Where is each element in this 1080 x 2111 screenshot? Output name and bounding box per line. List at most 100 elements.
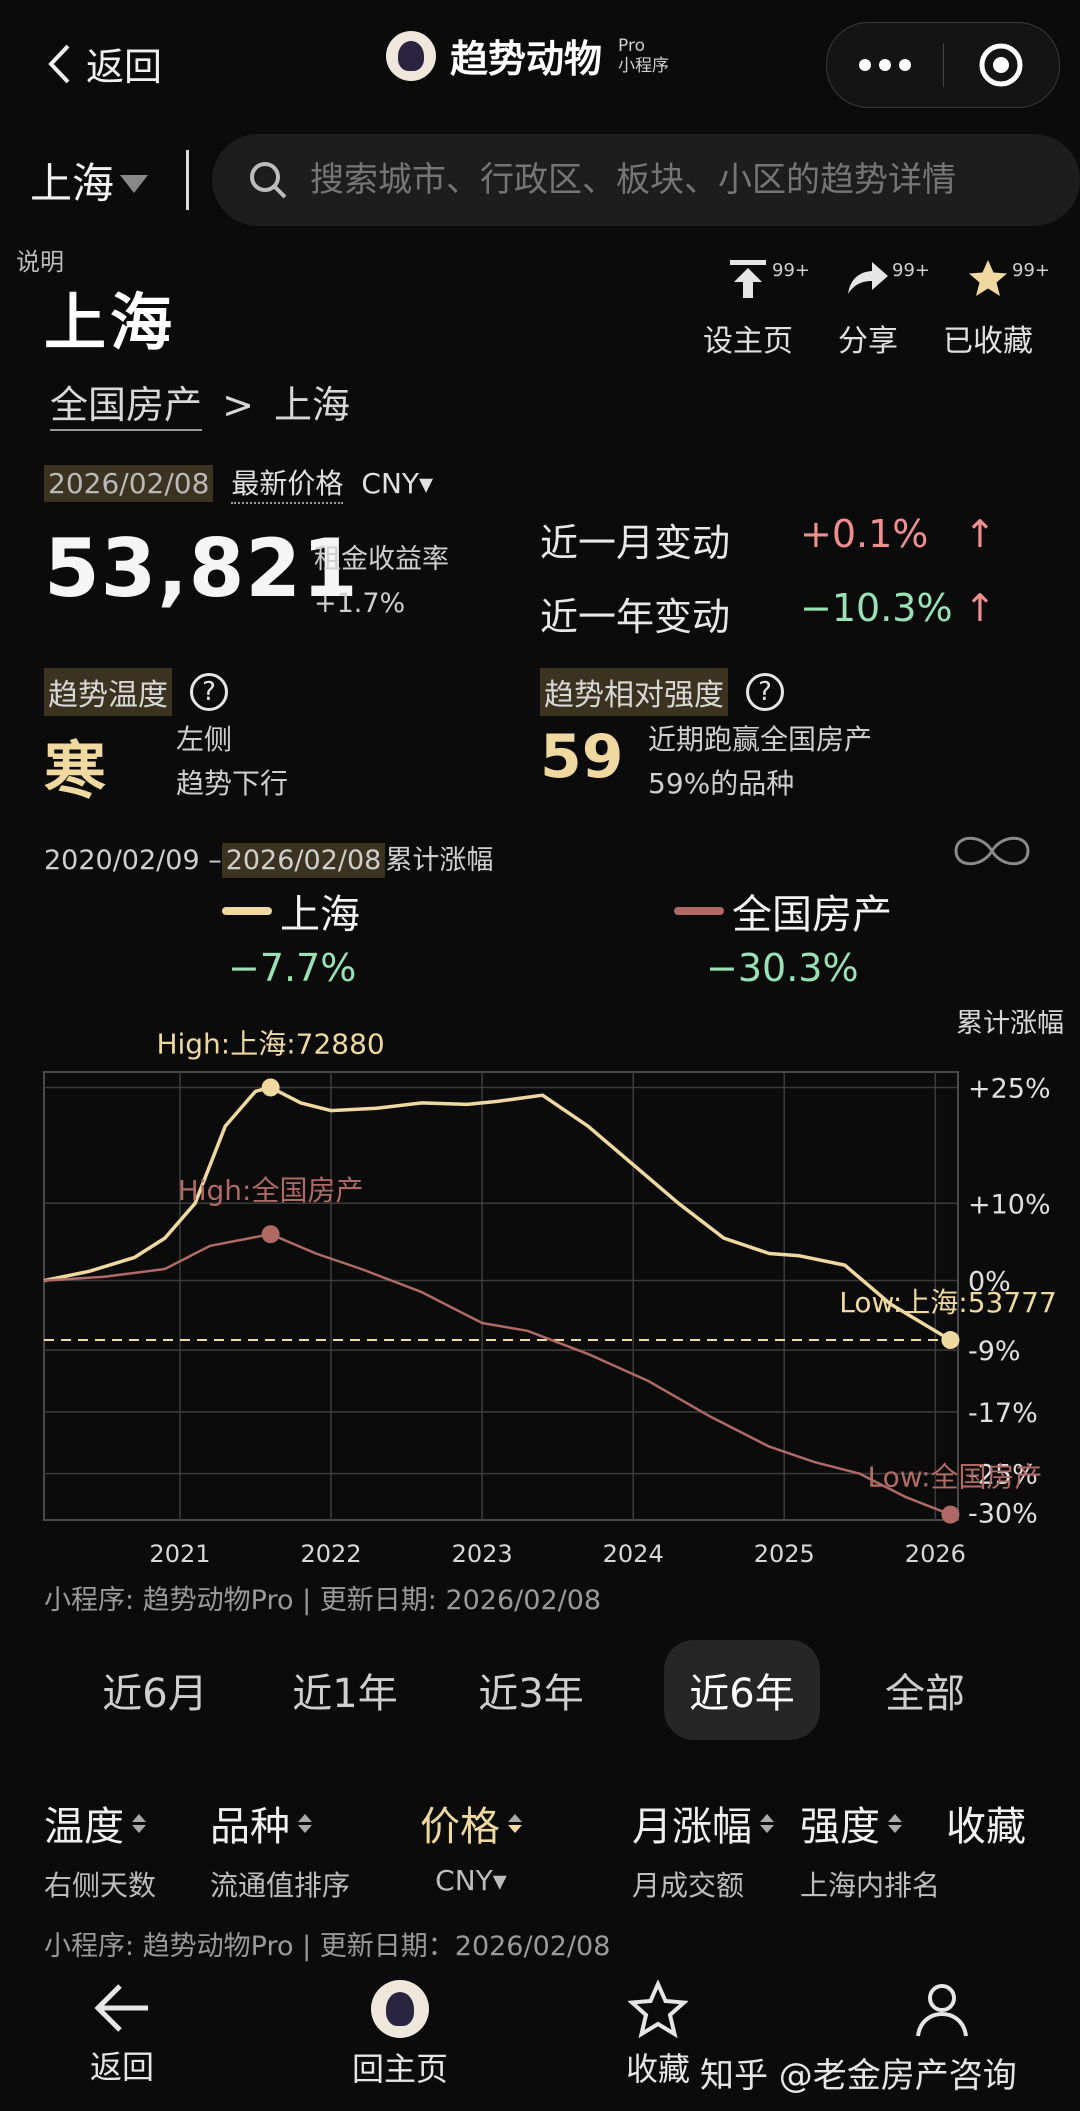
favorite-badge: 99+ — [1012, 260, 1050, 281]
search-input[interactable] — [308, 159, 1072, 201]
plot-frame — [43, 1071, 959, 1521]
sort-col-favorite-title: 收藏 — [946, 1804, 1026, 1850]
y-tick-label: +10% — [968, 1189, 1051, 1220]
more-dots-icon — [858, 59, 911, 71]
sort-col-price-sub[interactable]: CNY▾ — [435, 1864, 507, 1897]
back-label: 返回 — [86, 45, 163, 89]
sort-icon — [508, 1813, 522, 1833]
currency-selector[interactable]: CNY▾ — [361, 467, 433, 500]
breadcrumb-current: 上海 — [274, 383, 351, 427]
trend-temperature-header: 趋势温度 ? — [44, 668, 228, 716]
help-icon[interactable]: ? — [746, 673, 784, 711]
y-tick-label: -30% — [968, 1498, 1038, 1529]
search-bar[interactable] — [212, 134, 1080, 226]
sort-col-price-title: 价格 — [420, 1804, 500, 1850]
top-bar: 返回 趋势动物 Pro 小程序 — [0, 0, 1080, 130]
legend-shanghai-pct: −7.7% — [228, 946, 357, 990]
breadcrumb-separator: > — [222, 383, 254, 427]
y-tick-label: -9% — [968, 1336, 1021, 1367]
tab-6-months[interactable]: 近6月 — [70, 1640, 240, 1740]
sort-col-strength-title: 强度 — [800, 1804, 880, 1850]
relative-strength-desc2: 59%的品种 — [648, 767, 795, 800]
legend-shanghai[interactable]: 上海 — [222, 882, 360, 940]
city-selector[interactable]: 上海 — [30, 150, 149, 211]
sort-col-variety-title: 品种 — [210, 1804, 290, 1850]
latest-price-label[interactable]: 最新价格 — [231, 462, 344, 504]
tab-6-years[interactable]: 近6年 — [664, 1640, 820, 1740]
annotation-marker-low-national — [941, 1505, 960, 1524]
sort-col-variety[interactable]: 品种 流通值排序 — [210, 1794, 350, 1904]
relative-strength-desc: 近期跑赢全国房产 59%的品种 — [648, 718, 872, 806]
star-icon — [969, 260, 1007, 296]
sort-col-month-change[interactable]: 月涨幅 月成交额 — [632, 1794, 774, 1904]
range-end: 2026/02/08 — [221, 843, 386, 878]
trend-temperature-desc: 左侧 趋势下行 — [176, 718, 288, 806]
period-tabs: 近6月 近1年 近3年 近6年 全部 — [70, 1640, 1030, 1740]
sort-col-price[interactable]: 价格 CNY▾ — [420, 1794, 522, 1897]
month-change-value: +0.1% — [800, 512, 929, 556]
sort-col-strength[interactable]: 强度 上海内排名 — [800, 1794, 940, 1904]
close-miniprogram-button[interactable] — [944, 23, 1060, 107]
nav-favorites-label: 收藏 — [626, 2050, 691, 2088]
year-change-row: 近一年变动 −10.3% ↑ — [540, 586, 996, 641]
person-icon — [916, 1984, 968, 2037]
tab-1-year[interactable]: 近1年 — [260, 1640, 430, 1740]
annotation-marker-high-national — [261, 1225, 280, 1244]
sort-icon — [298, 1813, 312, 1833]
tab-all[interactable]: 全部 — [840, 1640, 1010, 1740]
breadcrumb-root-link[interactable]: 全国房产 — [50, 383, 203, 431]
annotation-label-low-shanghai: Low:上海:53777 — [839, 1286, 1057, 1319]
sort-icon — [760, 1813, 774, 1833]
share-label: 分享 — [838, 324, 898, 359]
sort-col-favorite[interactable]: 收藏 — [946, 1794, 1026, 1852]
nav-home[interactable]: 回主页 — [352, 1980, 448, 2090]
back-button[interactable]: 返回 — [46, 36, 162, 91]
nav-back[interactable]: 返回 — [90, 1980, 154, 2088]
arrow-left-icon — [94, 1984, 148, 2032]
annotation-marker-high-shanghai — [261, 1078, 280, 1097]
range-start: 2020/02/09 – — [44, 845, 222, 876]
relative-strength-desc1: 近期跑赢全国房产 — [648, 723, 873, 756]
city-selector-label: 上海 — [30, 159, 115, 208]
annotation-label-high-shanghai: High:上海:72880 — [156, 1027, 384, 1060]
search-icon — [250, 162, 287, 199]
set-home-label: 设主页 — [703, 324, 793, 359]
x-tick-label: 2021 — [149, 1540, 210, 1568]
relative-strength-value: 59 — [540, 722, 624, 792]
annotation-label-high-national: High:全国房产 — [178, 1174, 364, 1207]
sort-col-temperature[interactable]: 温度 右侧天数 — [44, 1794, 156, 1904]
year-change-label: 近一年变动 — [540, 595, 731, 639]
sort-col-month-change-sub: 月成交额 — [632, 1869, 745, 1902]
annotation-marker-low-shanghai — [941, 1331, 960, 1350]
price-date-row: 2026/02/08 最新价格 CNY▾ — [44, 462, 433, 504]
latest-price-value: 53,821 — [44, 522, 359, 615]
range-suffix: 累计涨幅 — [385, 845, 494, 876]
sort-icon — [888, 1813, 902, 1833]
nav-profile[interactable] — [912, 1980, 972, 2046]
x-tick-label: 2022 — [301, 1540, 362, 1568]
cumulative-change-chart: 累计涨幅+25%+10%0%-9%-17%-25%-30%2021 2022 202… — [43, 1010, 1064, 1568]
year-change-value: −10.3% — [800, 586, 953, 630]
legend-national[interactable]: 全国房产 — [674, 882, 892, 940]
month-change-arrow: ↑ — [964, 512, 996, 556]
set-home-badge: 99+ — [772, 260, 810, 281]
favorite-button[interactable]: 99+ 已收藏 — [928, 258, 1050, 360]
y-tick-label: +25% — [968, 1073, 1051, 1104]
legend-national-swatch — [674, 907, 724, 915]
sort-col-temperature-sub: 右侧天数 — [44, 1869, 157, 1902]
infinity-icon[interactable] — [946, 826, 1038, 876]
share-button[interactable]: 99+ 分享 — [808, 258, 930, 360]
set-home-button[interactable]: 99+ 设主页 — [688, 258, 810, 360]
y-axis-label: 累计涨幅 — [956, 1010, 1064, 1039]
legend-shanghai-name: 上海 — [280, 892, 360, 938]
more-button[interactable] — [827, 23, 943, 107]
nav-favorites[interactable]: 收藏 — [626, 1980, 690, 2090]
favorite-label: 已收藏 — [943, 324, 1033, 359]
app-pro-label: Pro — [618, 35, 645, 56]
help-icon[interactable]: ? — [190, 673, 228, 711]
legend-national-name: 全国房产 — [732, 892, 892, 938]
trend-temperature-value: 寒 — [44, 734, 107, 807]
tab-3-years[interactable]: 近3年 — [446, 1640, 616, 1740]
chart-source-footer: 小程序: 趋势动物Pro | 更新日期: 2026/02/08 — [44, 1585, 602, 1616]
home-avatar-icon — [371, 1980, 429, 2038]
